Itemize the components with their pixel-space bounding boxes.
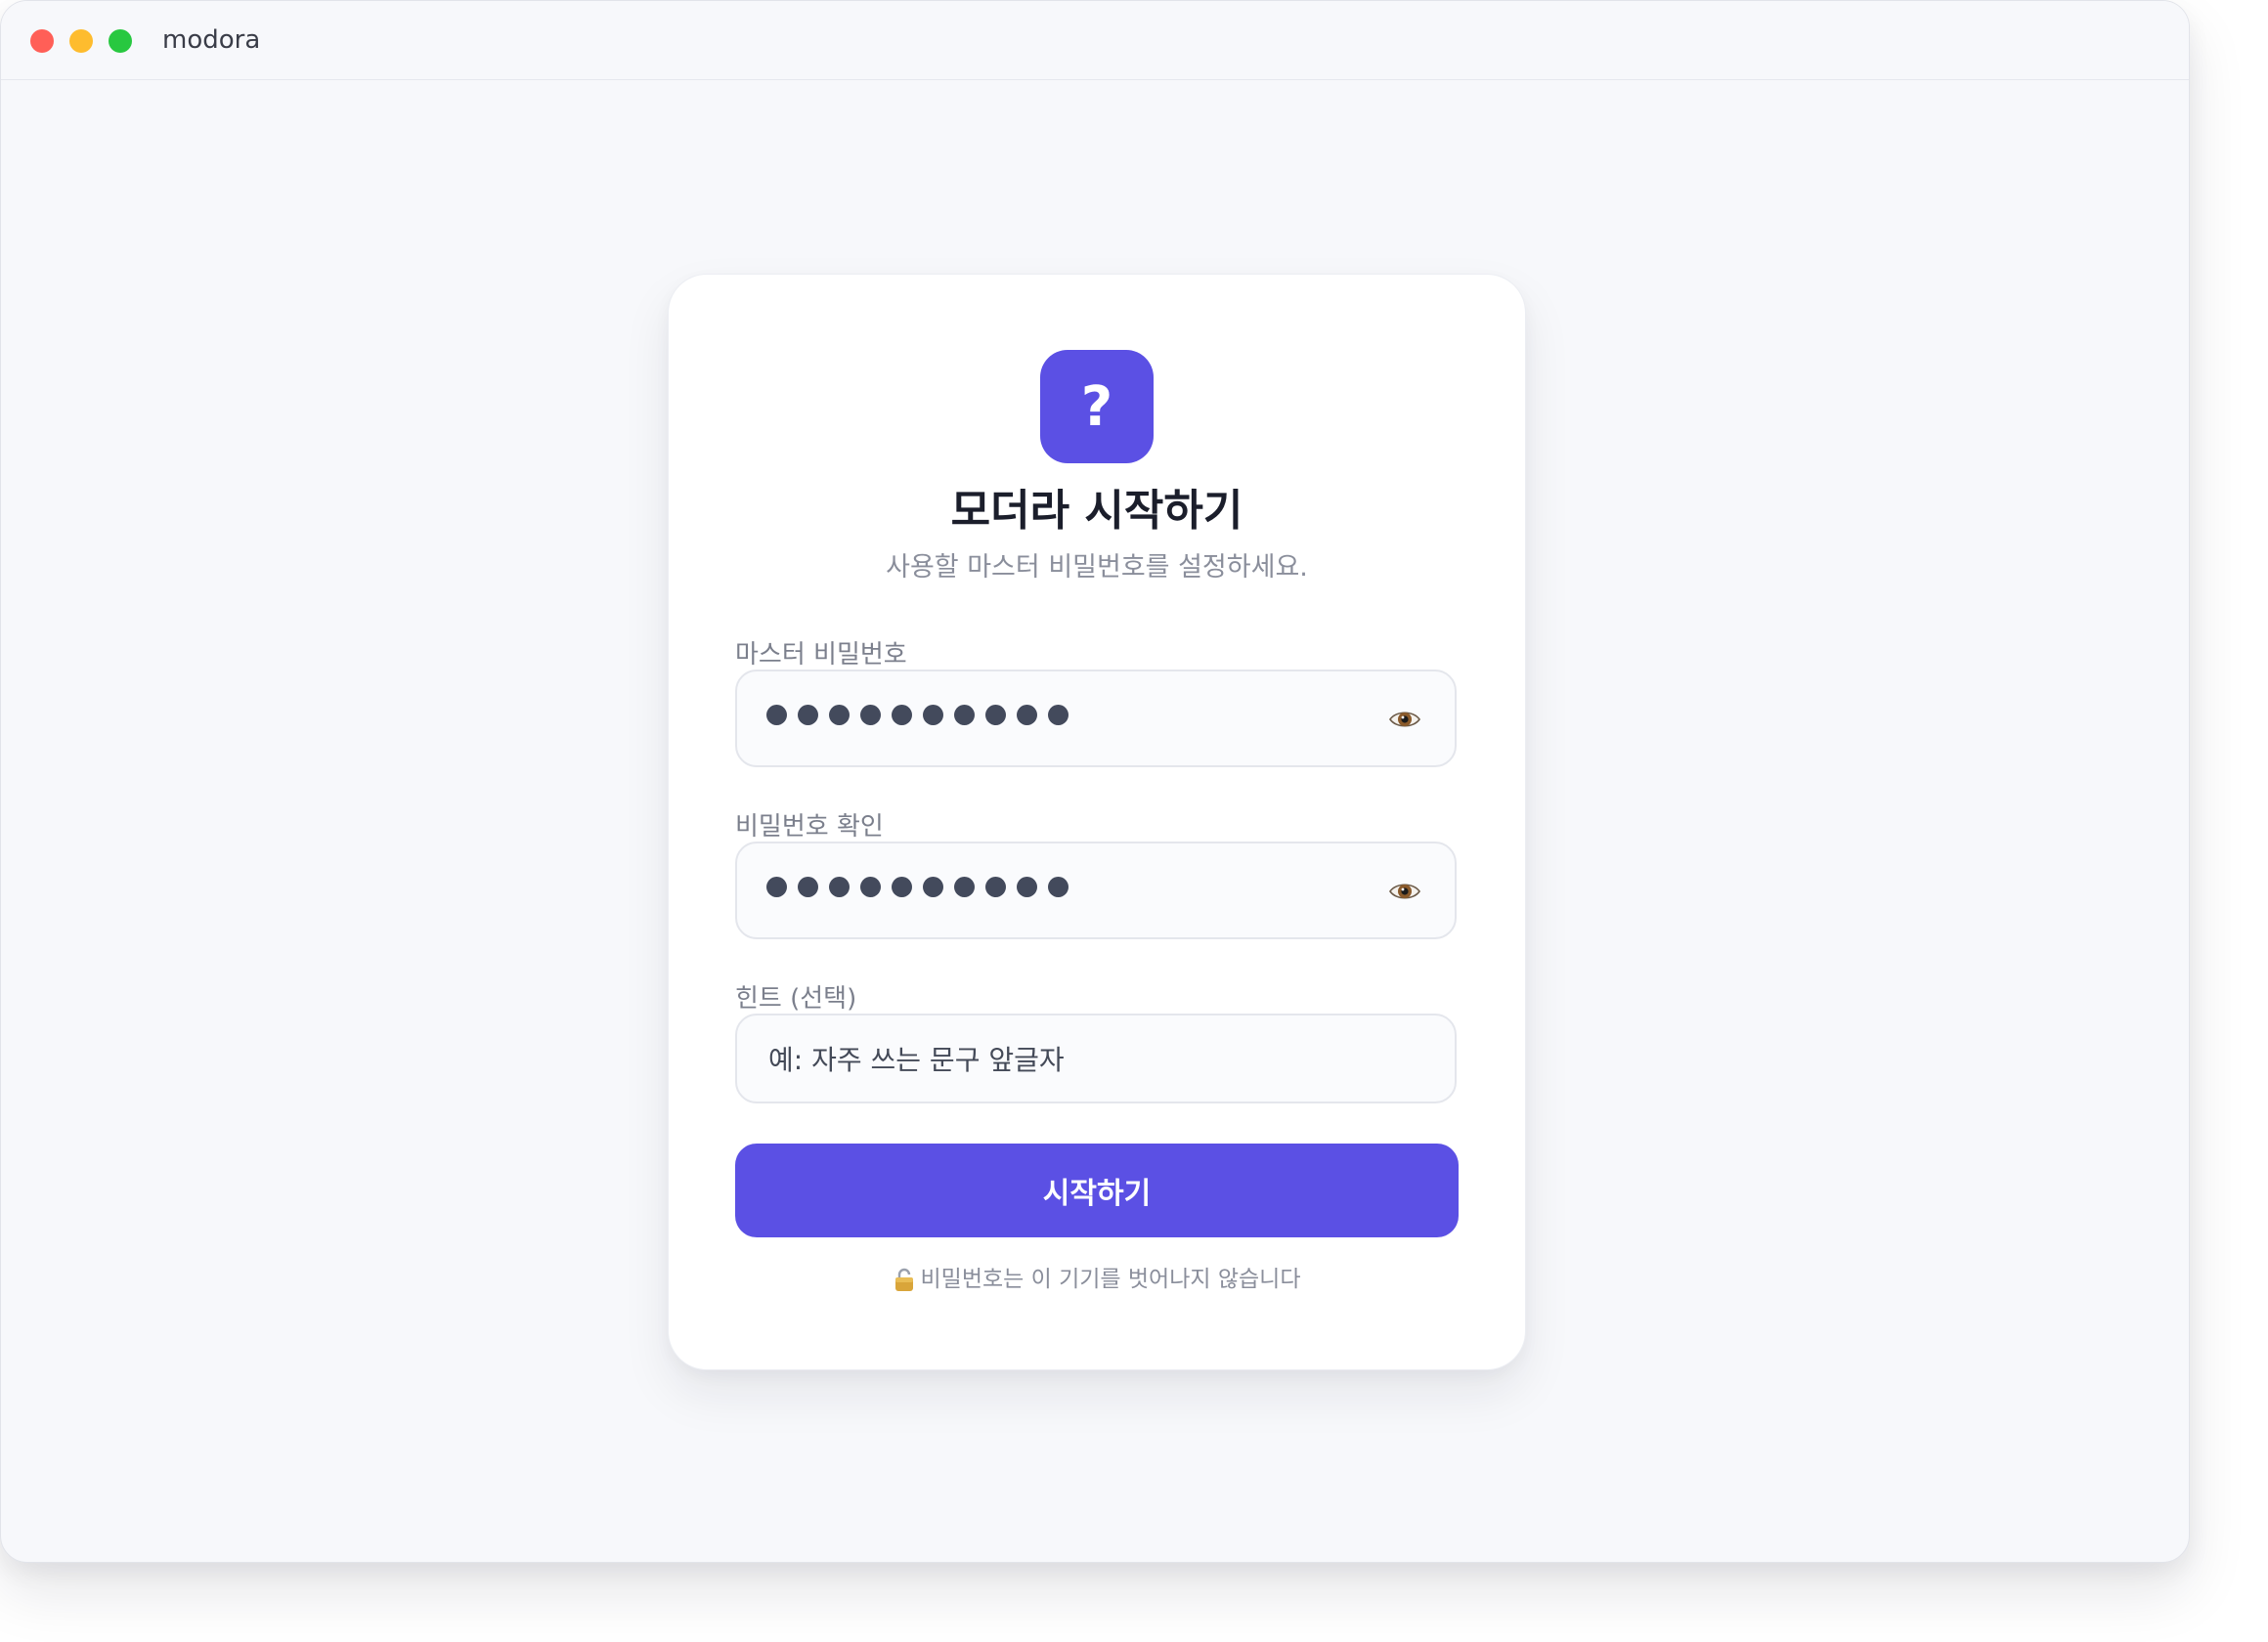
password-mask-dot xyxy=(1017,877,1037,897)
password-mask-dot xyxy=(923,705,943,725)
password-mask-dot xyxy=(892,877,912,897)
start-button[interactable]: 시작하기 xyxy=(735,1144,1459,1237)
master-password-label: 마스터 비밀번호 xyxy=(735,640,907,670)
hint-label: 힌트 (선택) xyxy=(735,984,857,1014)
password-mask-dot xyxy=(829,705,850,725)
password-mask-dot xyxy=(860,705,881,725)
password-mask-dot xyxy=(798,877,818,897)
master-password-field[interactable] xyxy=(735,670,1457,767)
confirm-password-label: 비밀번호 확인 xyxy=(735,812,884,842)
password-mask-dot xyxy=(829,877,850,897)
confirm-password-field[interactable] xyxy=(735,842,1457,939)
password-mask-dot xyxy=(860,877,881,897)
page-title: 모더라 시작하기 xyxy=(950,486,1243,536)
password-mask-dot xyxy=(1048,877,1069,897)
hint-field[interactable] xyxy=(735,1014,1457,1103)
eye-icon[interactable] xyxy=(1388,875,1421,908)
minimize-window-button[interactable] xyxy=(69,29,93,53)
security-note-text: 비밀번호는 이 기기를 벗어나지 않습니다 xyxy=(920,1267,1301,1292)
setup-card: ? 모더라 시작하기 사용할 마스터 비밀번호를 설정하세요. 마스터 비밀번호… xyxy=(668,274,1526,1370)
password-mask-dot xyxy=(954,705,975,725)
master-password-dots xyxy=(766,705,1069,725)
password-mask-dot xyxy=(1017,705,1037,725)
password-mask-dot xyxy=(954,877,975,897)
password-mask-dot xyxy=(985,705,1006,725)
close-window-button[interactable] xyxy=(30,29,54,53)
app-logo-icon: ? xyxy=(1040,350,1154,463)
maximize-window-button[interactable] xyxy=(109,29,132,53)
confirm-password-dots xyxy=(766,877,1069,897)
app-window: modora ? 모더라 시작하기 사용할 마스터 비밀번호를 설정하세요. 마… xyxy=(0,0,2190,1563)
security-note: 비밀번호는 이 기기를 벗어나지 않습니다 xyxy=(669,1265,1525,1294)
password-mask-dot xyxy=(766,877,787,897)
password-mask-dot xyxy=(892,705,912,725)
lock-icon xyxy=(894,1268,913,1291)
title-bar: modora xyxy=(1,1,2189,80)
eye-icon[interactable] xyxy=(1388,703,1421,736)
password-mask-dot xyxy=(1048,705,1069,725)
password-mask-dot xyxy=(985,877,1006,897)
page-subtitle: 사용할 마스터 비밀번호를 설정하세요. xyxy=(886,552,1308,583)
password-mask-dot xyxy=(766,705,787,725)
hint-input[interactable] xyxy=(766,1035,1425,1084)
password-mask-dot xyxy=(798,705,818,725)
password-mask-dot xyxy=(923,877,943,897)
window-title: modora xyxy=(162,25,261,55)
